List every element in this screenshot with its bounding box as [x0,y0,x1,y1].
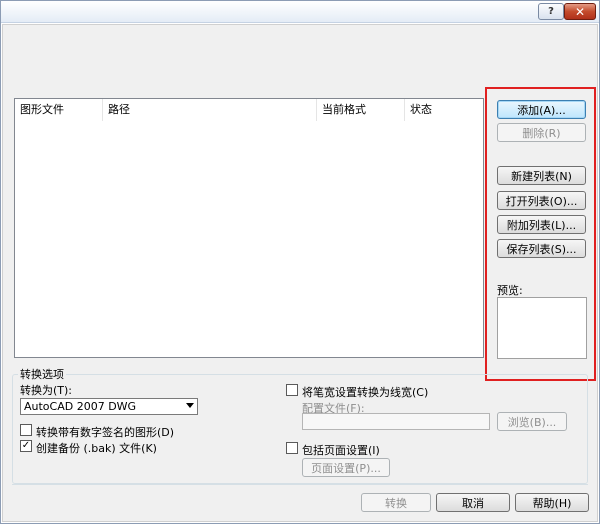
config-file-field[interactable] [302,413,490,430]
convert-to-label: 转换为(T): [20,384,73,397]
backup-checkbox[interactable]: ✓ [20,440,32,452]
convert-to-select[interactable]: AutoCAD 2007 DWG [20,398,198,415]
file-list[interactable]: 图形文件 路径 当前格式 状态 [14,98,484,358]
close-icon: ✕ [574,4,586,19]
help-button[interactable]: 帮助(H) [515,493,589,512]
digital-signature-checkbox[interactable] [20,424,32,436]
pen-width-label: 将笔宽设置转换为线宽(C) [302,386,429,399]
column-header-status[interactable]: 状态 [405,99,483,121]
group-title: 转换选项 [18,366,66,382]
page-setup-button[interactable]: 页面设置(P)... [302,458,390,477]
help-caption-button[interactable]: ? [538,3,564,20]
close-caption-button[interactable]: ✕ [564,3,596,20]
include-page-setup-label: 包括页面设置(I) [302,444,380,457]
question-icon: ? [548,6,554,17]
column-header-current-format[interactable]: 当前格式 [317,99,405,121]
pen-width-checkbox[interactable] [286,384,298,396]
digital-signature-label: 转换带有数字签名的图形(D) [36,426,175,439]
browse-button[interactable]: 浏览(B)... [497,412,567,431]
include-page-setup-checkbox[interactable] [286,442,298,454]
column-header-drawing-file[interactable]: 图形文件 [15,99,103,121]
backup-label: 创建备份 (.bak) 文件(K) [36,442,157,455]
highlight-box [485,87,596,381]
divider [12,484,588,485]
title-bar [1,1,599,23]
convert-to-value: AutoCAD 2007 DWG [24,400,137,413]
check-icon: ✓ [21,440,31,451]
convert-button[interactable]: 转换 [361,493,431,512]
cancel-button[interactable]: 取消 [436,493,510,512]
chevron-down-icon [186,403,194,408]
column-header-path[interactable]: 路径 [103,99,317,121]
